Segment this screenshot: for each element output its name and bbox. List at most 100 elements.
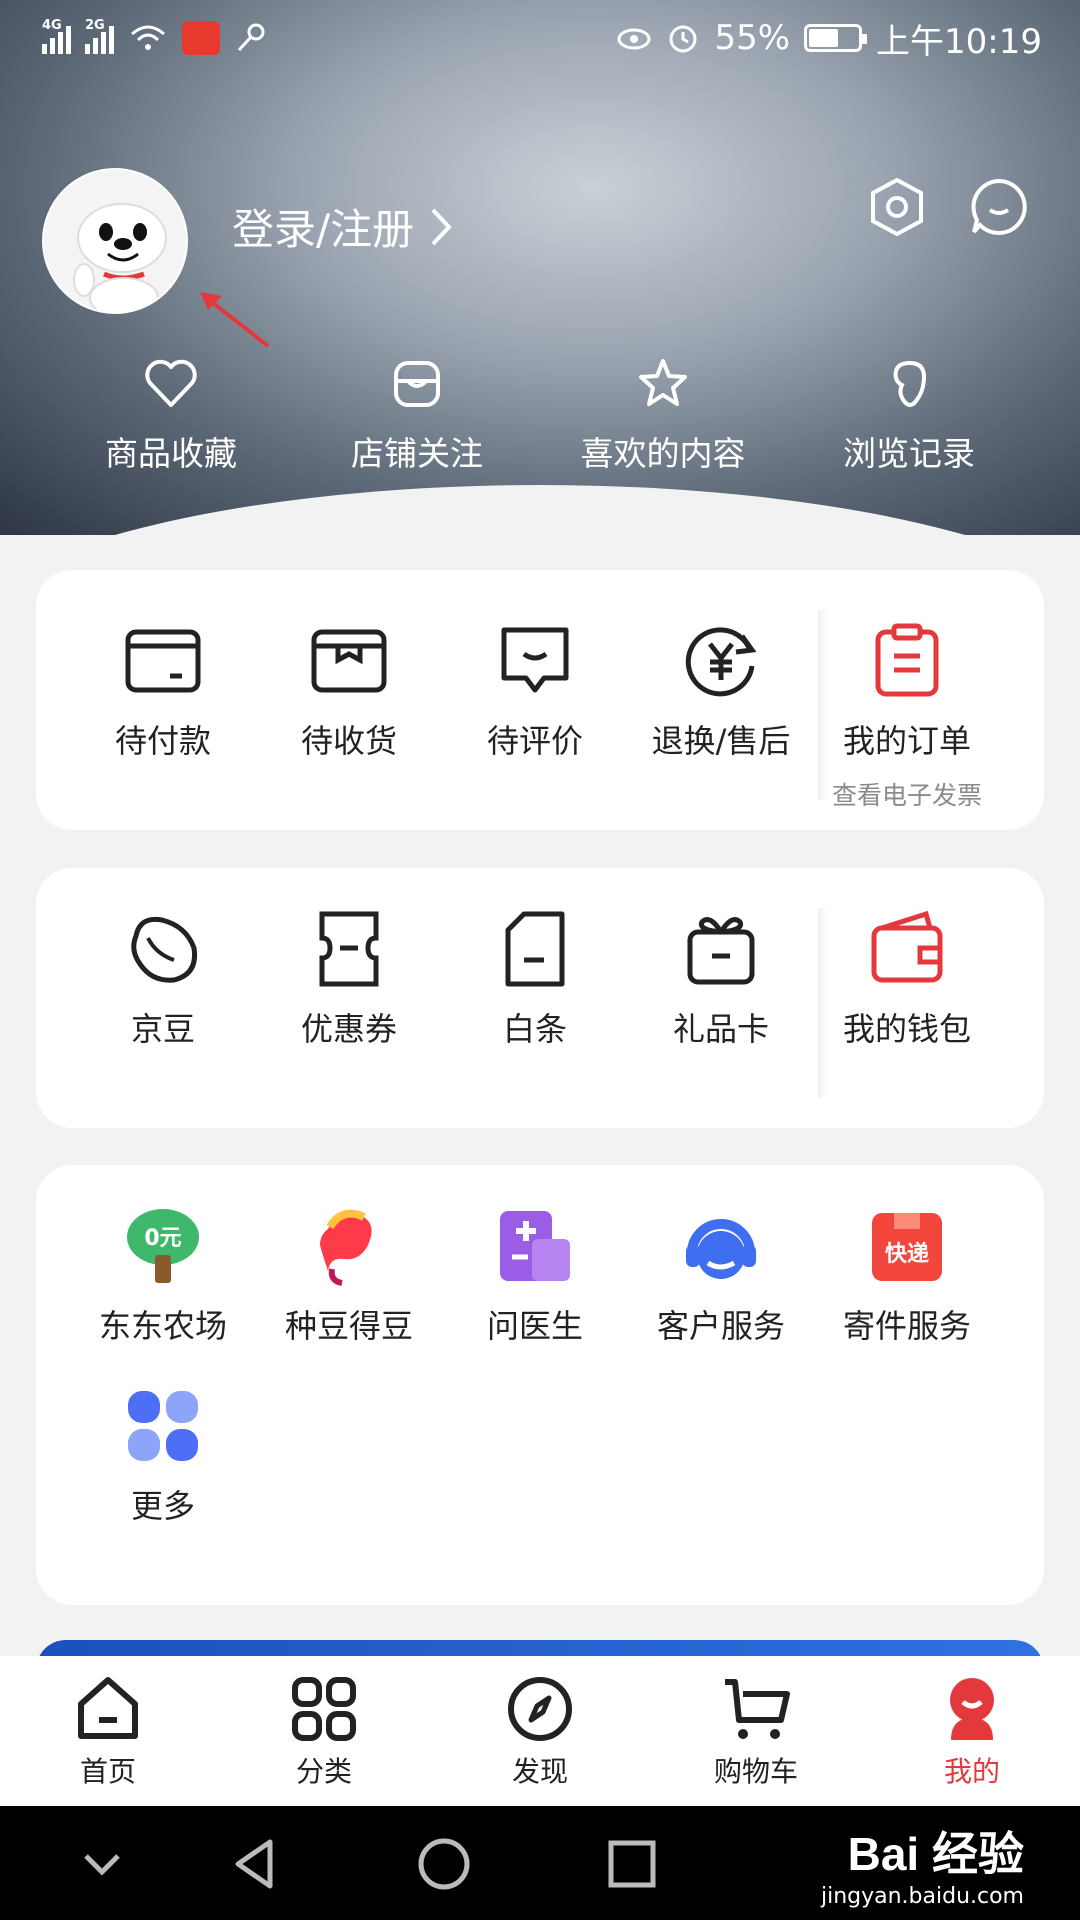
order-label: 待付款 bbox=[114, 722, 211, 760]
alarm-icon bbox=[669, 25, 697, 53]
tab-category[interactable]: 分类 bbox=[216, 1656, 432, 1806]
quick-link-followed-stores[interactable]: 店铺关注 bbox=[294, 355, 540, 475]
order-label: 待评价 bbox=[486, 722, 583, 760]
section-divider bbox=[818, 610, 828, 800]
medical-icon bbox=[500, 1211, 570, 1281]
bottom-tab-bar: 首页 分类 发现 购物车 我的 bbox=[0, 1656, 1080, 1806]
recents-square-icon[interactable] bbox=[602, 1834, 662, 1894]
cart-icon bbox=[725, 1679, 790, 1739]
service-label: 更多 bbox=[130, 1487, 195, 1525]
service-label: 东东农场 bbox=[98, 1307, 227, 1345]
login-label: 登录/注册 bbox=[232, 205, 415, 254]
tab-label: 首页 bbox=[79, 1755, 136, 1788]
jd-dog-mascot-avatar bbox=[44, 170, 186, 312]
wallet-label: 优惠券 bbox=[300, 1010, 397, 1048]
service-farm[interactable]: 0元 东东农场 bbox=[70, 1205, 256, 1347]
document-icon bbox=[505, 911, 565, 987]
quick-link-label: 浏览记录 bbox=[843, 434, 975, 473]
order-label: 待收货 bbox=[300, 722, 397, 760]
my-wallet[interactable]: 我的钱包 bbox=[814, 908, 1000, 1050]
watermark-line1: Bai 经验 bbox=[847, 1828, 1024, 1880]
gift-icon bbox=[687, 917, 755, 985]
tab-label: 购物车 bbox=[713, 1755, 798, 1788]
quick-link-history[interactable]: 浏览记录 bbox=[786, 355, 1032, 475]
store-icon bbox=[394, 361, 440, 407]
wallet-baitiao[interactable]: 白条 bbox=[442, 908, 628, 1050]
wallet-giftcard[interactable]: 礼品卡 bbox=[628, 908, 814, 1050]
login-register-link[interactable]: 登录/注册 bbox=[232, 196, 454, 257]
wallet-coupons[interactable]: 优惠券 bbox=[256, 908, 442, 1050]
quick-link-liked-content[interactable]: 喜欢的内容 bbox=[540, 355, 786, 475]
bean-swirl-icon bbox=[320, 1209, 372, 1286]
service-label: 问医生 bbox=[486, 1307, 583, 1345]
tab-mine[interactable]: 我的 bbox=[864, 1656, 1080, 1806]
settings-hexagon-icon[interactable] bbox=[866, 176, 928, 238]
service-more[interactable]: 更多 bbox=[70, 1385, 256, 1527]
clock: 上午10:19 bbox=[876, 21, 1042, 62]
quick-link-label: 店铺关注 bbox=[351, 434, 483, 473]
order-pending-payment[interactable]: 待付款 bbox=[70, 620, 256, 812]
tab-label: 我的 bbox=[943, 1755, 1000, 1788]
quick-link-label: 喜欢的内容 bbox=[580, 434, 746, 473]
service-plant-bean[interactable]: 种豆得豆 bbox=[256, 1205, 442, 1347]
quick-link-label: 商品收藏 bbox=[105, 434, 237, 473]
signal-tag: 4G bbox=[42, 18, 62, 33]
tab-cart[interactable]: 购物车 bbox=[648, 1656, 864, 1806]
annotation-arrow-icon bbox=[200, 292, 270, 348]
tree-icon: 0元 bbox=[127, 1209, 199, 1283]
wallet-icon bbox=[871, 910, 943, 983]
star-icon bbox=[639, 359, 687, 406]
order-label: 退换/售后 bbox=[651, 722, 791, 760]
service-label: 寄件服务 bbox=[842, 1307, 971, 1345]
service-express[interactable]: 快递 寄件服务 bbox=[814, 1205, 1000, 1347]
tab-home[interactable]: 首页 bbox=[0, 1656, 216, 1806]
coupon-icon bbox=[319, 911, 379, 987]
wallet-card-icon bbox=[125, 629, 201, 693]
order-pending-review[interactable]: 待评价 bbox=[442, 620, 628, 812]
category-grid-icon bbox=[292, 1677, 356, 1741]
battery-icon bbox=[804, 24, 868, 52]
express-badge: 快递 bbox=[885, 1241, 929, 1267]
clipboard-icon bbox=[875, 623, 939, 697]
my-orders[interactable]: 我的订单 查看电子发票 bbox=[814, 620, 1000, 812]
chevron-down-icon[interactable] bbox=[72, 1834, 132, 1894]
avatar[interactable] bbox=[42, 168, 188, 314]
bean-icon bbox=[131, 916, 198, 983]
back-triangle-icon[interactable] bbox=[226, 1834, 286, 1894]
comment-icon bbox=[501, 627, 569, 693]
package-box-icon bbox=[311, 629, 387, 693]
my-orders-label: 我的订单 bbox=[842, 722, 971, 760]
quick-links-row: 商品收藏 店铺关注 喜欢的内容 浏览记录 bbox=[0, 355, 1080, 475]
wallet-jingdou[interactable]: 京豆 bbox=[70, 908, 256, 1050]
order-refund-aftersale[interactable]: 退换/售后 bbox=[628, 620, 814, 812]
tab-discover[interactable]: 发现 bbox=[432, 1656, 648, 1806]
my-wallet-label: 我的钱包 bbox=[842, 1010, 971, 1048]
baidu-jingyan-watermark: Bai 经验 jingyan.baidu.com bbox=[821, 1818, 1024, 1909]
home-circle-icon[interactable] bbox=[414, 1834, 474, 1894]
services-card: 0元 东东农场 种豆得豆 问医生 客户服务 快递 寄件服务 更多 bbox=[36, 1165, 1044, 1605]
service-customer-service[interactable]: 客户服务 bbox=[628, 1205, 814, 1347]
heart-icon bbox=[145, 359, 197, 407]
compass-icon bbox=[508, 1677, 572, 1741]
key-icon bbox=[237, 23, 265, 52]
view-invoice-link[interactable]: 查看电子发票 bbox=[832, 776, 982, 812]
home-icon bbox=[78, 1677, 138, 1739]
battery-percent: 55% bbox=[714, 18, 791, 58]
wallet-card: 京豆 优惠券 白条 礼品卡 我的钱包 bbox=[36, 868, 1044, 1128]
more-grid-icon bbox=[128, 1391, 198, 1461]
section-divider bbox=[818, 908, 828, 1098]
profile-mascot-icon bbox=[950, 1678, 994, 1740]
refund-yen-icon bbox=[685, 627, 757, 697]
eye-comfort-icon bbox=[617, 28, 651, 50]
service-ask-doctor[interactable]: 问医生 bbox=[442, 1205, 628, 1347]
order-pending-receipt[interactable]: 待收货 bbox=[256, 620, 442, 812]
status-bar: 4G 2G 55% 上午10:19 bbox=[0, 0, 1080, 76]
orders-card: 待付款 待收货 待评价 退换/售后 我的订单 查看电子发票 bbox=[36, 570, 1044, 830]
wallet-label: 京豆 bbox=[130, 1010, 195, 1048]
express-box-icon: 快递 bbox=[872, 1213, 942, 1281]
watermark-line2: jingyan.baidu.com bbox=[820, 1884, 1024, 1909]
message-bubble-icon[interactable] bbox=[968, 176, 1030, 238]
quick-link-favorites[interactable]: 商品收藏 bbox=[48, 355, 294, 475]
chevron-right-icon bbox=[431, 208, 452, 245]
footprint-icon bbox=[893, 360, 927, 407]
